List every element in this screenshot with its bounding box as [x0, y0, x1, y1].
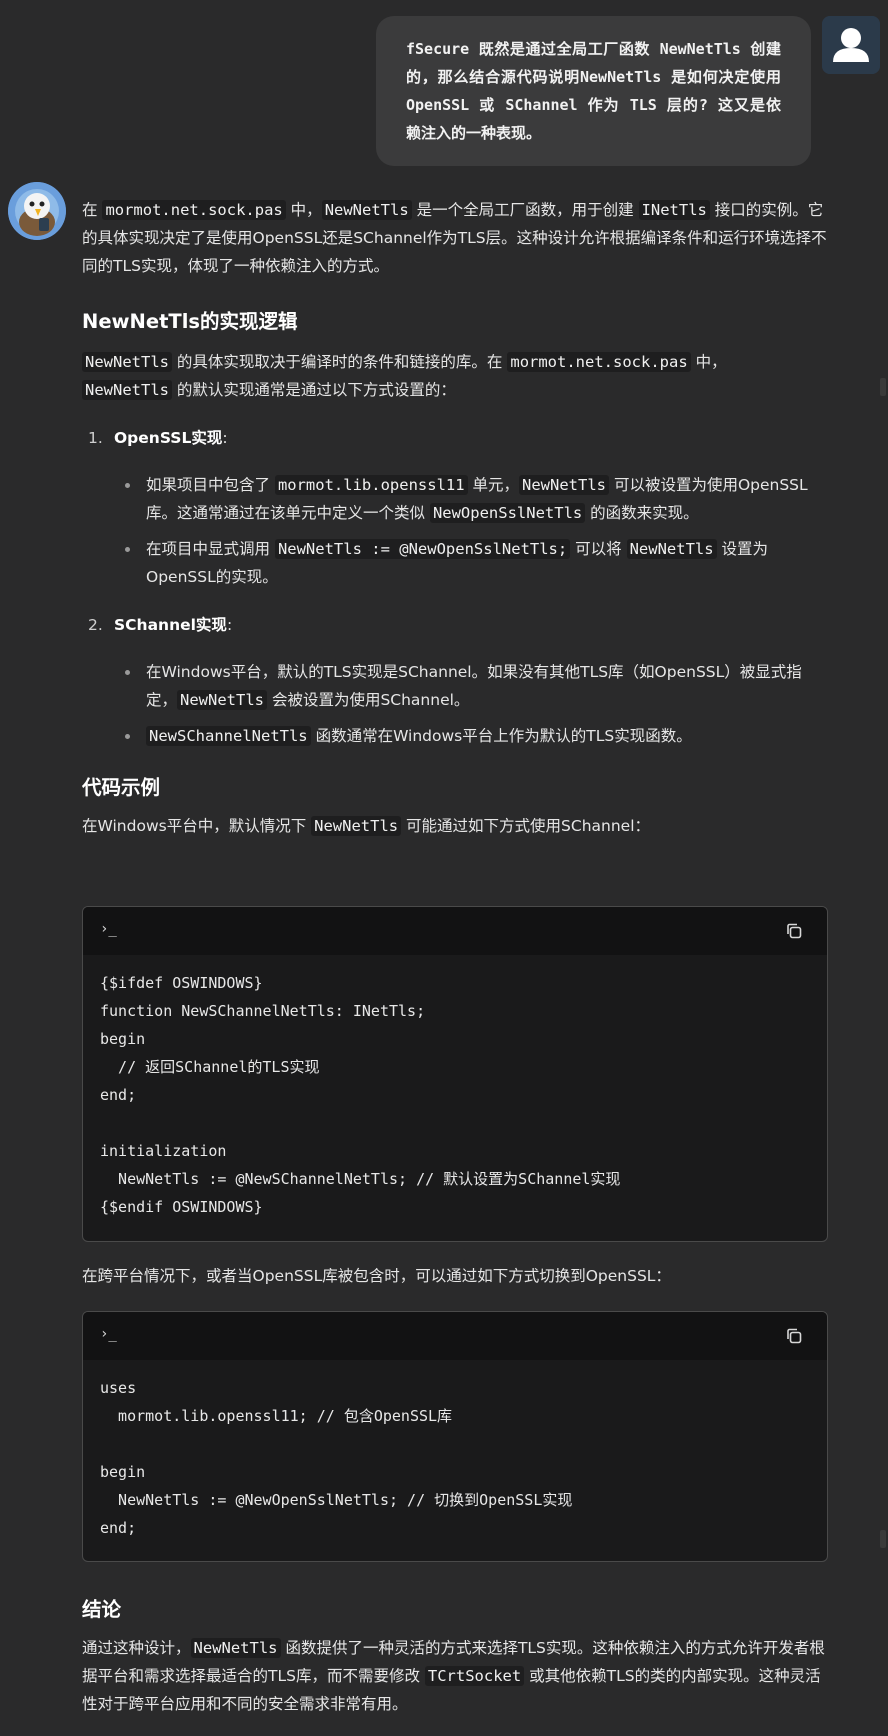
inline-code: NewSChannelNetTls: [146, 726, 311, 746]
terminal-icon: ›_: [100, 921, 117, 937]
list-title: OpenSSL实现: [114, 429, 223, 447]
code-block-header: ›_: [83, 1312, 827, 1360]
terminal-icon: ›_: [100, 1326, 117, 1342]
inline-code: mormot.net.sock.pas: [507, 352, 691, 372]
list-number: 2.: [88, 616, 103, 634]
heading-impl: NewNetTls的实现逻辑: [82, 310, 298, 333]
text: 在: [82, 201, 103, 219]
inline-code: NewNetTls: [626, 539, 717, 559]
inline-code: NewNetTls: [82, 380, 172, 400]
openssl-bullets: 如果项目中包含了 mormot.lib.openssl11 单元， NewNetT…: [82, 471, 830, 591]
list-item-schannel: 2. SChannel实现:: [82, 611, 830, 639]
inline-code: NewOpenSslNetTls: [429, 503, 586, 523]
user-message-bubble: fSecure 既然是通过全局工厂函数 NewNetTls 创建的，那么结合源代…: [376, 16, 811, 166]
heading-code-example: 代码示例: [82, 776, 161, 799]
inline-code: TCrtSocket: [424, 1666, 525, 1686]
inline-code: NewNetTls: [321, 200, 412, 220]
text: :: [226, 616, 233, 634]
eagle-avatar: [8, 182, 66, 240]
list-number: 1.: [88, 429, 103, 447]
text: 单元，: [467, 476, 520, 494]
text: 在Windows平台中，默认情况下: [82, 817, 312, 835]
text: 会被设置为使用SChannel。: [267, 691, 470, 709]
inline-code: NewNetTls: [311, 816, 402, 836]
text: 在项目中显式调用: [146, 540, 275, 558]
text: 通过这种设计，: [82, 1639, 191, 1657]
user-icon[interactable]: [822, 16, 880, 74]
inline-code: mormot.net.sock.pas: [102, 200, 286, 220]
text: 是一个全局工厂函数，用于创建: [411, 201, 639, 219]
inline-code: NewNetTls: [177, 690, 268, 710]
list-item-openssl: 1. OpenSSL实现:: [82, 424, 830, 452]
text: 可能通过如下方式使用SChannel：: [401, 817, 651, 835]
code-block-header: ›_: [83, 907, 827, 955]
copy-icon[interactable]: [785, 1327, 803, 1345]
impl-paragraph: NewNetTls 的具体实现取决于编译时的条件和链接的库。在 mormot.n…: [82, 348, 830, 404]
list-title: SChannel实现: [114, 616, 227, 634]
list-item: 在Windows平台，默认的TLS实现是SChannel。如果没有其他TLS库（…: [82, 658, 830, 714]
code-block-openssl: ›_ uses mormot.lib.openssl11; // 包含OpenS…: [82, 1311, 828, 1562]
text: 函数通常在Windows平台上作为默认的TLS实现函数。: [310, 727, 692, 745]
heading-conclusion: 结论: [82, 1598, 122, 1621]
inline-code: NewNetTls: [190, 1638, 281, 1658]
list-item: NewSChannelNetTls 函数通常在Windows平台上作为默认的TL…: [82, 722, 830, 750]
code-content: uses mormot.lib.openssl11; // 包含OpenSSL库…: [100, 1379, 573, 1537]
list-item: 如果项目中包含了 mormot.lib.openssl11 单元， NewNetT…: [82, 471, 830, 527]
text: :: [222, 429, 228, 447]
conclusion-section: 结论 通过这种设计， NewNetTls 函数提供了一种灵活的方式来选择TLS实现…: [82, 1596, 830, 1718]
text: 可以将: [570, 540, 627, 558]
list-item: 在项目中显式调用 NewNetTls := @NewOpenSslNetTls;…: [82, 535, 830, 591]
conclusion-paragraph: 通过这种设计， NewNetTls 函数提供了一种灵活的方式来选择TLS实现。这种…: [82, 1634, 830, 1718]
text: 的默认实现通常是通过以下方式设置的：: [172, 381, 456, 399]
cross-platform-paragraph: 在跨平台情况下，或者当OpenSSL库被包含时，可以通过如下方式切换到OpenS…: [82, 1267, 671, 1285]
inline-code: NewNetTls: [82, 352, 172, 372]
inline-code: NewNetTls := @NewOpenSslNetTls;: [274, 539, 571, 559]
code-block-schannel: ›_ {$ifdef OSWINDOWS} function NewSChann…: [82, 906, 828, 1242]
text: 的函数来实现。: [585, 504, 699, 522]
inline-code: INetTls: [638, 200, 710, 220]
code-content: {$ifdef OSWINDOWS} function NewSChannelN…: [100, 974, 621, 1216]
code-intro-paragraph: 在Windows平台中，默认情况下 NewNetTls 可能通过如下方式使用SC…: [82, 812, 830, 840]
text: 中，: [285, 201, 322, 219]
text: 中，: [690, 353, 727, 371]
intro-paragraph: 在 mormot.net.sock.pas 中， NewNetTls 是一个全局工…: [82, 196, 830, 280]
schannel-bullets: 在Windows平台，默认的TLS实现是SChannel。如果没有其他TLS库（…: [82, 658, 830, 750]
assistant-answer: 在 mormot.net.sock.pas 中， NewNetTls 是一个全局工…: [82, 196, 830, 840]
scrollbar-marker[interactable]: [880, 1530, 886, 1548]
text: 如果项目中包含了: [146, 476, 275, 494]
user-message-text: fSecure 既然是通过全局工厂函数 NewNetTls 创建的，那么结合源代…: [406, 40, 781, 142]
scrollbar-marker[interactable]: [880, 378, 886, 396]
inline-code: NewNetTls: [519, 475, 610, 495]
copy-icon[interactable]: [785, 922, 803, 940]
text: 的具体实现取决于编译时的条件和链接的库。在: [172, 353, 508, 371]
inline-code: mormot.lib.openssl11: [274, 475, 468, 495]
